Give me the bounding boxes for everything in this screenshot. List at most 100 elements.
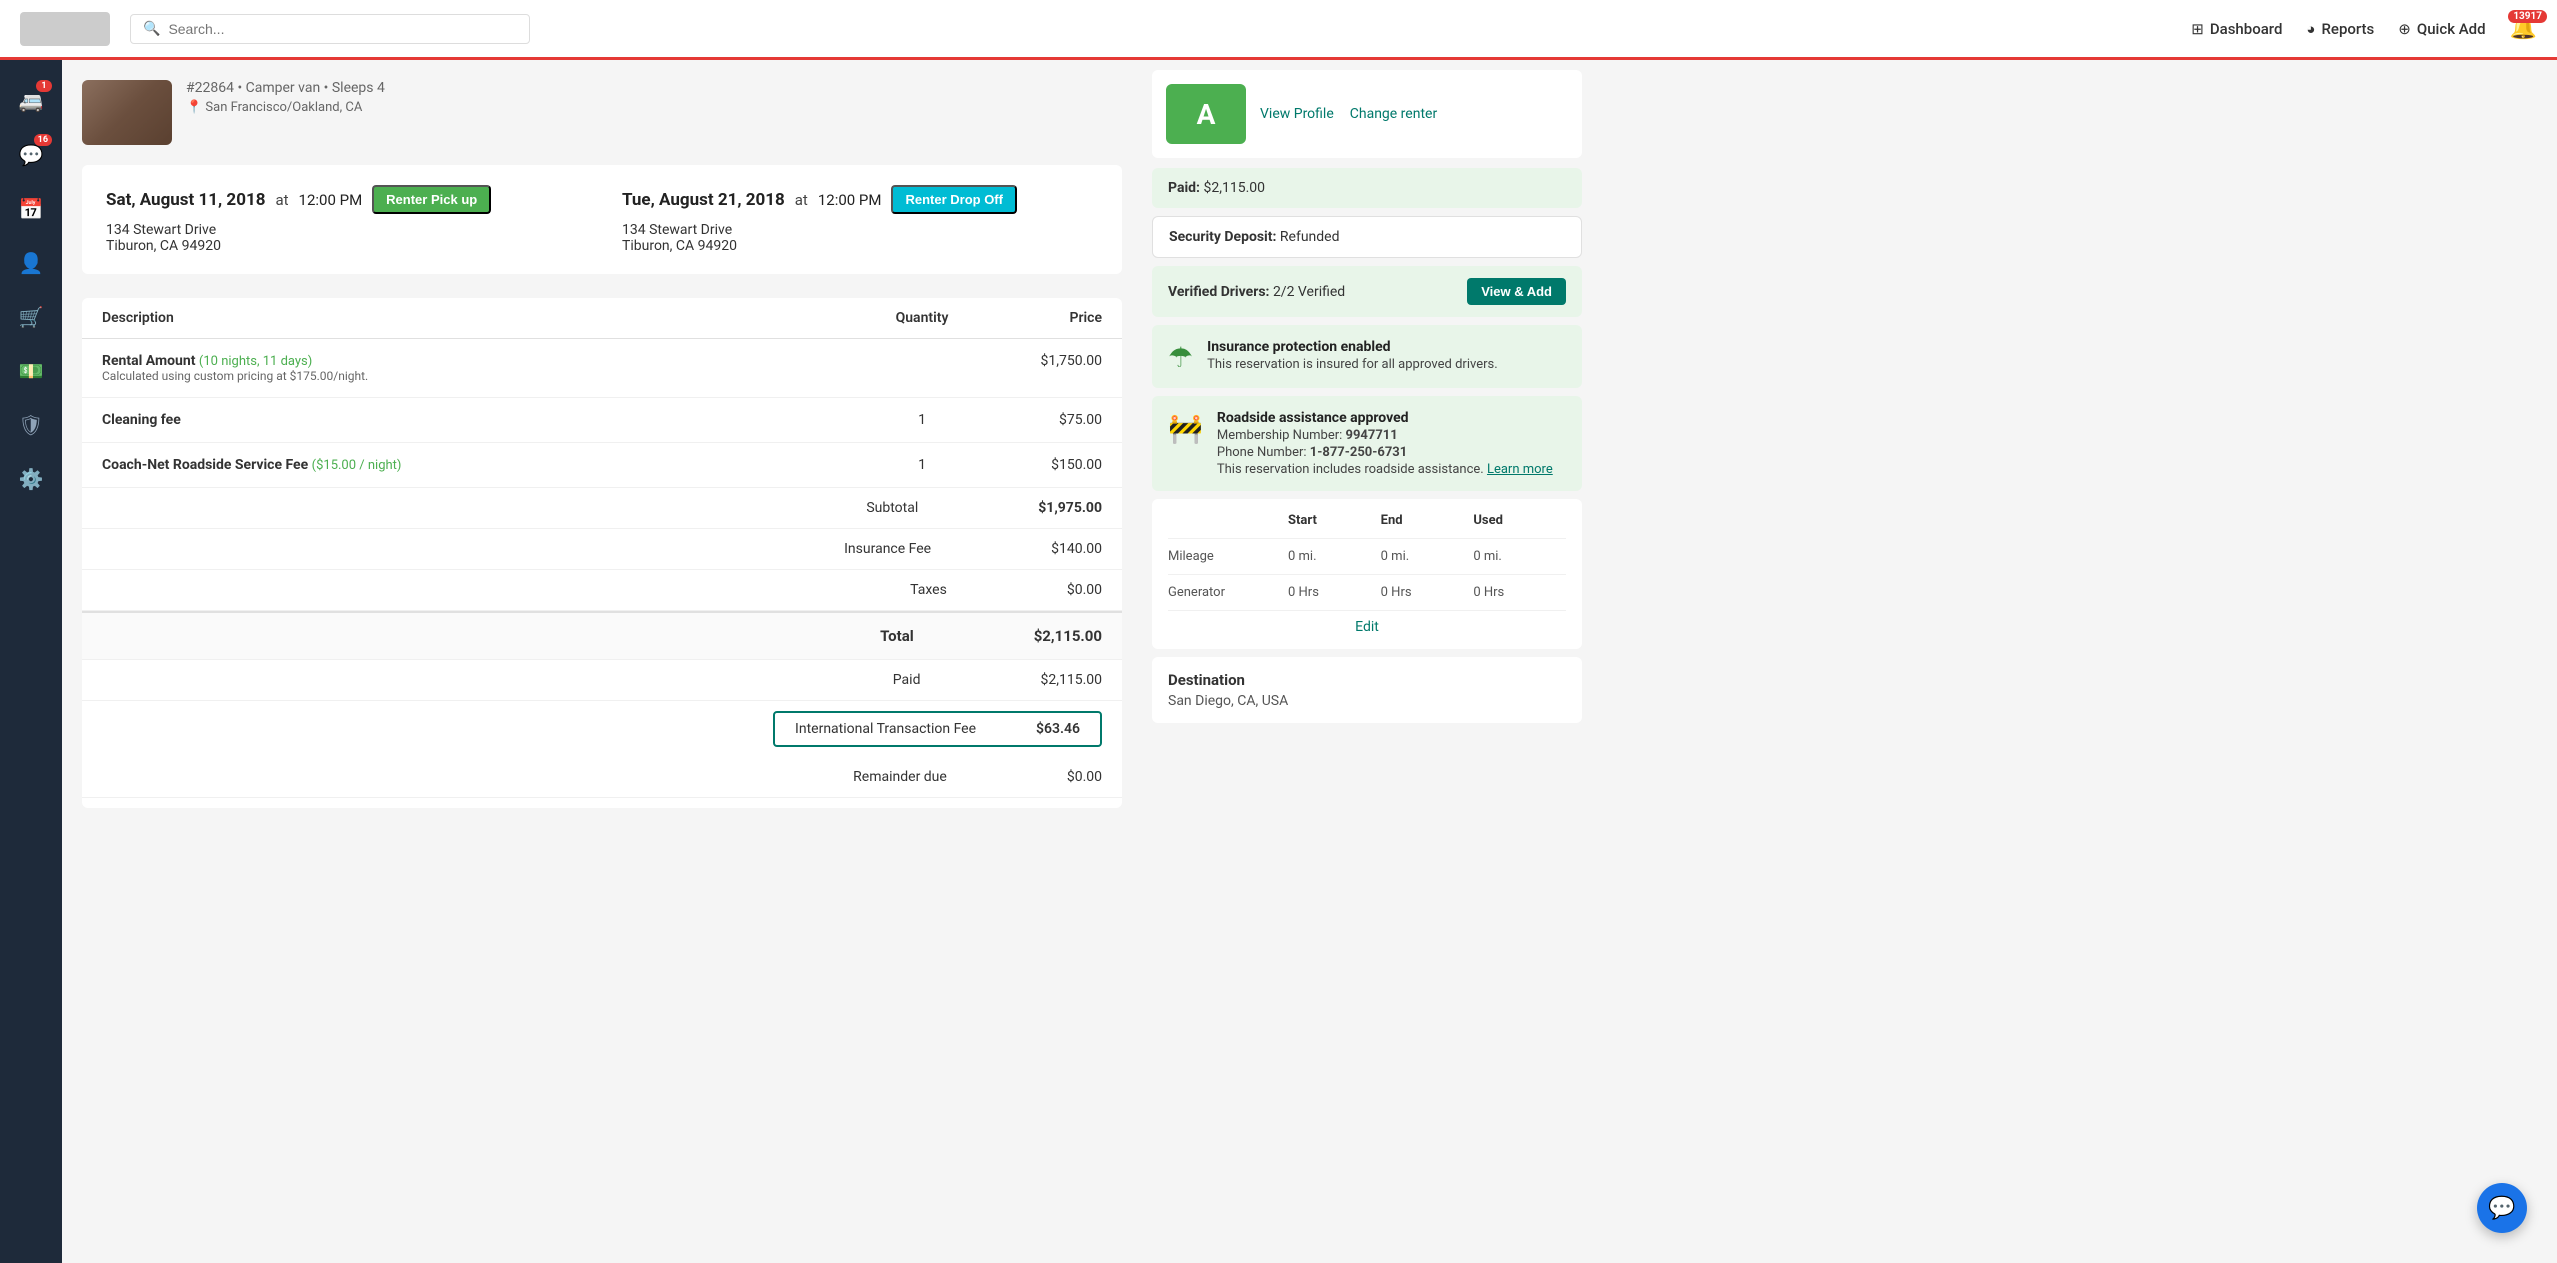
mileage-row2-label: Generator [1168, 585, 1288, 600]
edit-mileage-button[interactable]: Edit [1168, 611, 1566, 635]
pickup-col: Sat, August 11, 2018 at 12:00 PM Renter … [106, 185, 582, 254]
remainder-label: Remainder due [853, 769, 947, 785]
insurance-label: Insurance Fee [844, 541, 931, 557]
pickup-at: at [275, 191, 288, 209]
view-profile-link[interactable]: View Profile [1260, 106, 1334, 122]
insurance-content: Insurance protection enabled This reserv… [1207, 339, 1498, 372]
sidebar-item-payments[interactable]: 💵 [6, 346, 56, 396]
view-add-button[interactable]: View & Add [1467, 278, 1566, 305]
intl-fee-box: International Transaction Fee $63.46 [773, 711, 1102, 747]
dropoff-time: 12:00 PM [818, 191, 882, 209]
coachnet-qty: 1 [862, 457, 982, 473]
profile-header-box: A View Profile Change renter [1152, 70, 1582, 158]
rental-sub: Calculated using custom pricing at $175.… [102, 369, 862, 383]
sidebar-item-shop[interactable]: 🛒 [6, 292, 56, 342]
paid-info-box: Paid: $2,115.00 [1152, 168, 1582, 208]
change-renter-link[interactable]: Change renter [1350, 106, 1437, 122]
col-price: Price [982, 310, 1102, 326]
content-area: #22864 • Camper van • Sleeps 4 📍 San Fra… [62, 60, 1142, 1263]
dropoff-date: Tue, August 21, 2018 [622, 190, 785, 210]
insurance-desc: This reservation is insured for all appr… [1207, 357, 1498, 372]
mileage-row-generator: Generator 0 Hrs 0 Hrs 0 Hrs [1168, 575, 1566, 611]
search-icon: 🔍 [143, 21, 160, 37]
mileage-col-start: Start [1288, 513, 1381, 528]
settings-icon: ⚙️ [19, 467, 44, 491]
coachnet-label: Coach-Net Roadside Service Fee [102, 457, 308, 473]
pickup-date-main: Sat, August 11, 2018 at 12:00 PM Renter … [106, 185, 582, 214]
coachnet-price: $150.00 [982, 457, 1102, 473]
taxes-val: $0.00 [1067, 582, 1102, 598]
invoice-table: Description Quantity Price Rental Amount… [82, 298, 1122, 808]
paid-invoice-val: $2,115.00 [1040, 672, 1102, 688]
dropoff-address: 134 Stewart Drive Tiburon, CA 94920 [622, 222, 1098, 254]
quick-add-label: Quick Add [2417, 20, 2486, 38]
mileage-row-miles: Mileage 0 mi. 0 mi. 0 mi. [1168, 539, 1566, 575]
date-row: Sat, August 11, 2018 at 12:00 PM Renter … [82, 165, 1122, 274]
destination-box: Destination San Diego, CA, USA [1152, 657, 1582, 723]
total-row: Total $2,115.00 [82, 611, 1122, 660]
dashboard-label: Dashboard [2210, 20, 2283, 38]
logo [20, 12, 110, 46]
notifications-bell[interactable]: 🔔 13917 [2510, 16, 2537, 41]
mileage-row1-start: 0 mi. [1288, 549, 1381, 564]
vehicle-header: #22864 • Camper van • Sleeps 4 📍 San Fra… [82, 80, 1122, 145]
search-input[interactable] [168, 21, 517, 37]
intl-fee-row: International Transaction Fee $63.46 [82, 701, 1122, 757]
pie-icon: ◕ [2306, 20, 2315, 38]
verified-text: Verified Drivers: 2/2 Verified [1168, 284, 1345, 300]
sidebar: 🚐 1 💬 16 📅 👤 🛒 💵 🛡 ⚙️ [0, 60, 62, 1263]
dashboard-nav[interactable]: ⊞ Dashboard [2191, 20, 2282, 38]
vehicle-location: 📍 San Francisco/Oakland, CA [186, 100, 385, 115]
vehicle-info: #22864 • Camper van • Sleeps 4 📍 San Fra… [186, 80, 385, 115]
sidebar-item-shield[interactable]: 🛡 [6, 400, 56, 450]
paid-summary-row: Paid $2,115.00 [82, 660, 1122, 701]
destination-title: Destination [1168, 671, 1566, 689]
roadside-content: Roadside assistance approved Membership … [1217, 410, 1553, 477]
col-quantity: Quantity [862, 310, 982, 326]
dropoff-address-line2: Tiburon, CA 94920 [622, 238, 1098, 254]
avatar-initial: A [1197, 98, 1216, 131]
message-badge: 16 [34, 134, 52, 146]
dropoff-address-line1: 134 Stewart Drive [622, 222, 1098, 238]
quick-add-nav[interactable]: ⊕ Quick Add [2398, 20, 2485, 38]
rental-label: Rental Amount [102, 353, 195, 369]
phone-label: Phone Number: [1217, 445, 1307, 460]
coachnet-row: Coach-Net Roadside Service Fee ($15.00 /… [82, 443, 1122, 488]
mileage-row1-end: 0 mi. [1381, 549, 1474, 564]
roadside-phone: Phone Number: 1-877-250-6731 [1217, 445, 1553, 460]
learn-more-link[interactable]: Learn more [1487, 462, 1553, 477]
sidebar-item-calendar[interactable]: 📅 [6, 184, 56, 234]
subtotal-row: Subtotal $1,975.00 [82, 488, 1122, 529]
sidebar-item-vehicles[interactable]: 🚐 1 [6, 76, 56, 126]
remainder-val: $0.00 [1067, 769, 1102, 785]
insurance-val: $140.00 [1051, 541, 1102, 557]
sidebar-item-messages[interactable]: 💬 16 [6, 130, 56, 180]
pickup-button[interactable]: Renter Pick up [372, 185, 491, 214]
chat-icon: 💬 [2488, 1196, 2515, 1221]
roadside-title: Roadside assistance approved [1217, 410, 1553, 426]
mileage-row2-start: 0 Hrs [1288, 585, 1381, 600]
pickup-address-line2: Tiburon, CA 94920 [106, 238, 582, 254]
reports-nav[interactable]: ◕ Reports [2306, 20, 2374, 38]
plus-circle-icon: ⊕ [2398, 20, 2411, 38]
roadside-box: 🚧 Roadside assistance approved Membershi… [1152, 396, 1582, 491]
dropoff-button[interactable]: Renter Drop Off [891, 185, 1017, 214]
invoice-header-row: Description Quantity Price [82, 298, 1122, 339]
shield-icon: 🛡 [18, 413, 43, 437]
verified-label: Verified Drivers: [1168, 284, 1269, 300]
chat-bubble[interactable]: 💬 [2477, 1183, 2527, 1233]
vehicle-type: Camper van [246, 80, 321, 96]
membership-label: Membership Number: [1217, 428, 1342, 443]
intl-fee-label: International Transaction Fee [795, 721, 976, 737]
nav-right: ⊞ Dashboard ◕ Reports ⊕ Quick Add 🔔 1391… [2191, 16, 2537, 41]
sidebar-item-settings[interactable]: ⚙️ [6, 454, 56, 504]
sidebar-item-users[interactable]: 👤 [6, 238, 56, 288]
bell-badge: 13917 [2508, 10, 2547, 23]
security-val: Refunded [1280, 229, 1340, 245]
search-bar[interactable]: 🔍 [130, 14, 530, 44]
calendar-icon: 📅 [19, 197, 44, 221]
total-label: Total [880, 627, 914, 645]
grid-icon: ⊞ [2191, 20, 2204, 38]
vehicle-badge: 1 [36, 80, 52, 92]
security-label: Security Deposit: [1169, 229, 1276, 245]
